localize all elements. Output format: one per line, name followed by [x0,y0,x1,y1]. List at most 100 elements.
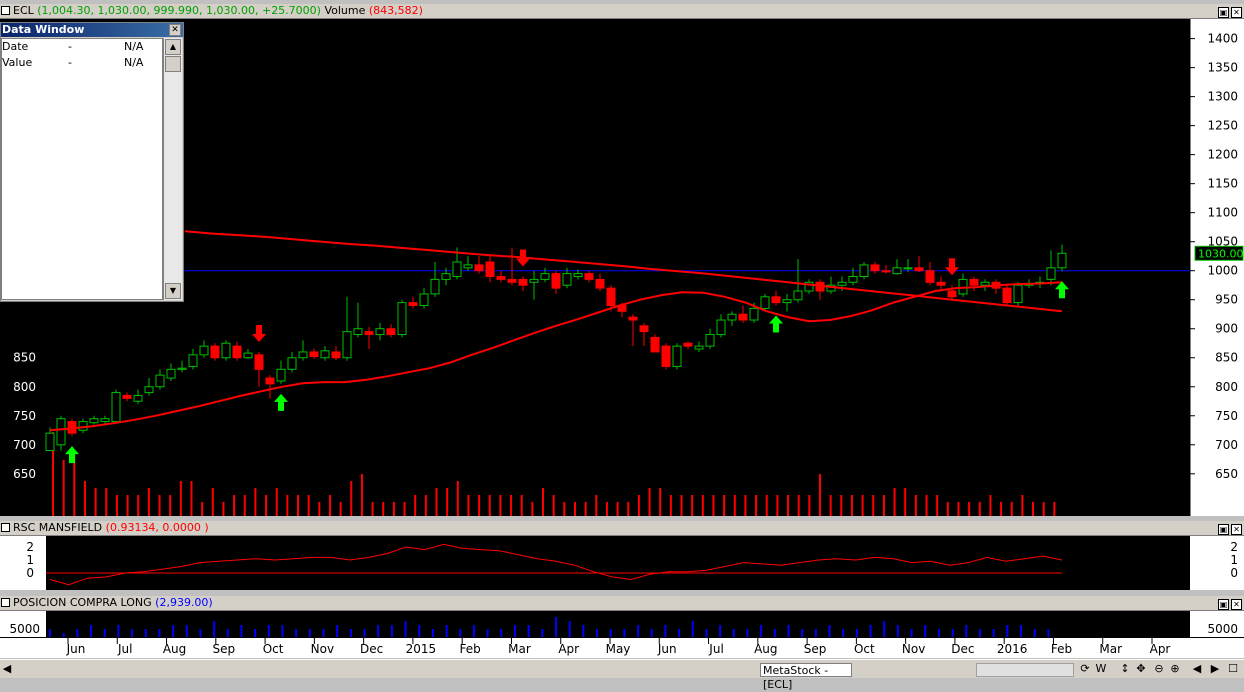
rsc-name: RSC MANSFIELD [13,521,103,534]
time-tick-label: Aug [754,642,777,656]
candle-down [496,276,506,280]
candle-up [1013,284,1023,304]
buy-arrow-icon [1055,281,1069,299]
candle-up [782,299,792,304]
candle-up [155,374,165,388]
horizontal-scrollbar[interactable] [976,663,1074,677]
price-tick-label: 750 [1215,409,1238,423]
time-tick-label: Oct [263,642,284,656]
rsc-chart-area[interactable]: 221100 [0,536,1244,590]
pane-square-icon[interactable] [1,598,10,607]
left-price-tick-label: 700 [13,438,36,452]
price-tick-label: 650 [1215,467,1238,481]
price-tick-label: 1250 [1207,119,1238,133]
candle-down [650,336,660,353]
buy-arrow-icon [769,315,783,333]
candle-up [859,264,869,278]
buy-arrow-icon [274,393,288,411]
candle-down [232,345,242,359]
candle-up [793,290,803,301]
candle-down [683,342,693,347]
data-window[interactable]: Data Window ✕ Date - N/A Value - N/A ▲ ▼ [0,22,184,302]
time-tick-label: Nov [311,642,334,656]
price-tick-label: 850 [1215,351,1238,365]
position-name: POSICION COMPRA LONG [13,596,152,609]
candle-up [320,350,330,359]
time-tick-label: May [606,642,631,656]
candle-up [133,394,143,402]
zoom-out-icon[interactable]: ⊖ [1152,662,1166,676]
price-pane-header: ECL (1,004.30, 1,030.00, 999.990, 1,030.… [0,4,1244,19]
time-tick-label: Sep [213,642,236,656]
scroll-down-icon[interactable]: ▼ [165,283,181,299]
move-icon[interactable]: ✥ [1134,662,1148,676]
volume-value: (843,582) [368,4,423,17]
time-tick-label: 2015 [406,642,437,656]
candle-up [727,313,737,321]
time-tick-label: Jun [66,642,86,656]
position-chart-area[interactable]: 5000 5000 [0,611,1244,637]
scroll-left-icon[interactable]: ◀ [0,662,14,676]
refresh-icon[interactable]: ⟳ [1078,662,1092,676]
price-tick-label: 1400 [1207,32,1238,46]
time-tick-label: Jul [117,642,132,656]
scroll-right-icon[interactable]: ▶ [1208,662,1222,676]
restore-icon[interactable]: ▣ [1218,524,1229,535]
close-icon[interactable]: ✕ [1231,524,1242,535]
candle-up [760,296,770,309]
position-chart-svg: 5000 5000 [0,611,1244,637]
close-icon[interactable]: ✕ [1231,7,1242,18]
rsc-left-tick-label: 2 [26,540,34,554]
price-chart-area[interactable]: 1400 1350 1300 1250 1200 1150 1100 1050 1000 950 9… [0,19,1244,516]
close-icon[interactable]: ✕ [1231,599,1242,610]
candle-up [89,418,99,424]
sell-arrow-icon [252,324,266,342]
position-pane-header: POSICION COMPRA LONG (2,939.00) ▣ ✕ [0,596,1244,611]
candle-up [111,392,121,423]
data-row-date: Date - N/A [2,40,144,53]
candle-up [562,273,572,286]
candle-down [518,278,528,286]
candle-up [1046,267,1056,280]
buy-arrow-icon [65,446,79,464]
candle-up [188,354,198,367]
candle-up [419,293,429,307]
volume-label: Volume [324,4,366,17]
candle-down [661,345,671,367]
candle-up [837,281,847,286]
close-icon[interactable]: ✕ [169,24,181,36]
restore-icon[interactable]: ▣ [1218,7,1229,18]
candle-down [364,331,374,336]
pane-square-icon[interactable] [1,6,10,15]
toolbar-w-button[interactable]: W [1094,662,1108,676]
vertical-move-icon[interactable]: ↕ [1118,662,1132,676]
rsc-right-tick-label: 2 [1230,540,1238,554]
candle-up [672,345,682,367]
scroll-up-icon[interactable]: ▲ [165,39,181,55]
candle-up [452,261,462,278]
time-tick-label: Feb [1051,642,1072,656]
zoom-in-icon[interactable]: ⊕ [1168,662,1182,676]
position-right-tick-label: 5000 [1207,622,1238,636]
candle-up [144,386,154,394]
candle-down [738,313,748,321]
time-tick-label: Nov [902,642,925,656]
restore-icon[interactable]: ▣ [1218,599,1229,610]
price-tick-label: 950 [1215,293,1238,307]
candle-down [639,325,649,333]
data-window-scrollbar[interactable]: ▲ ▼ [163,38,182,300]
pane-square-icon[interactable] [1,523,10,532]
candle-up [353,328,363,336]
candle-down [870,264,880,272]
candle-up [540,273,550,280]
candle-up [529,278,539,283]
scroll-left-small-icon[interactable]: ◀ [1190,662,1204,676]
maximize-icon[interactable]: ☐ [1226,662,1240,676]
candle-up [749,307,759,321]
window-tab-metastock[interactable]: MetaStock - [ECL] [760,663,852,691]
candle-up [848,276,858,283]
time-tick-label: Mar [1099,642,1122,656]
candle-down [485,261,495,278]
scroll-thumb[interactable] [165,56,181,72]
data-window-title[interactable]: Data Window ✕ [1,23,183,37]
